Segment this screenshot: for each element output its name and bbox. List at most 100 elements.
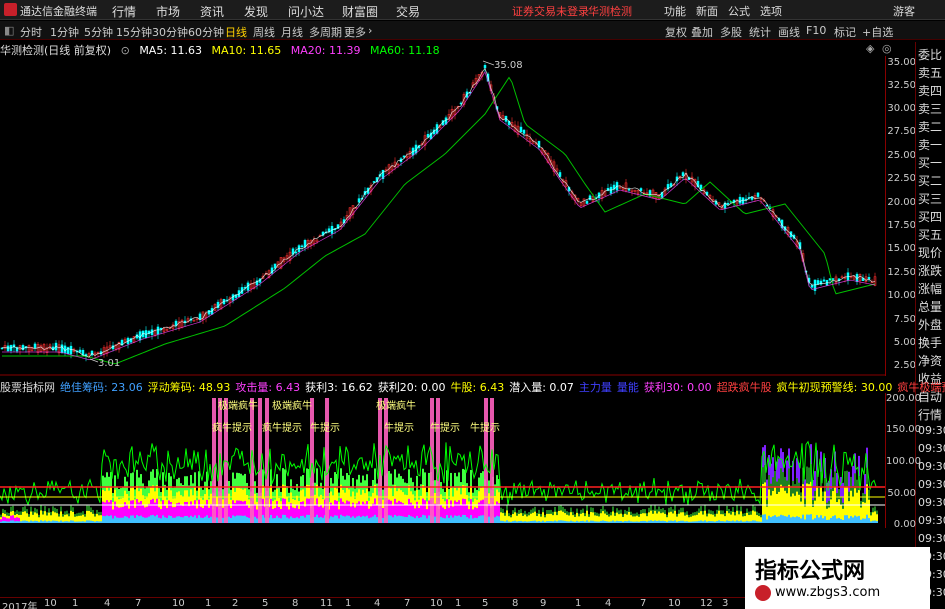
period-5min[interactable]: 5分钟 <box>84 24 113 40</box>
volume-bar-blue <box>608 521 610 523</box>
side-item[interactable]: 净资 <box>918 352 945 369</box>
tool-add-watchlist[interactable]: +自选 <box>862 24 893 40</box>
tool-mark[interactable]: 标记 <box>834 24 856 40</box>
volume-bar-blue <box>96 521 98 523</box>
volume-bar-blue <box>790 517 792 523</box>
volume-bar-blue <box>482 515 484 523</box>
volume-bar-blue <box>626 521 628 523</box>
price-chart[interactable]: 35.08 3.01 <box>0 56 885 376</box>
side-item[interactable]: 外盘 <box>918 316 945 333</box>
period-1min[interactable]: 1分钟 <box>50 24 79 40</box>
volume-bar-blue <box>256 518 258 523</box>
tool-multi-stock[interactable]: 多股 <box>720 24 742 40</box>
candle-body <box>372 181 376 183</box>
date-tick: 10 <box>430 598 443 609</box>
volume-bar-blue <box>474 517 476 523</box>
tool-overlay[interactable]: 叠加 <box>691 24 713 40</box>
side-item[interactable]: 行情 <box>918 406 945 423</box>
volume-bar-blue <box>134 517 136 523</box>
volume-bar-blue <box>662 520 664 523</box>
chart-options-icon[interactable]: ◈ <box>866 42 874 55</box>
volume-bar-blue <box>422 514 424 523</box>
volume-bar-blue <box>816 515 818 523</box>
volume-bar-blue <box>640 521 642 523</box>
side-item[interactable]: 涨跌 <box>918 262 945 279</box>
volume-bar-blue <box>676 521 678 523</box>
tool-stats[interactable]: 统计 <box>749 24 771 40</box>
period-60min[interactable]: 60分钟 <box>188 24 224 40</box>
period-intraday[interactable]: 分时 <box>20 24 42 40</box>
volume-bar-blue <box>32 521 34 523</box>
toggle-icon[interactable]: ◧ <box>4 24 14 37</box>
volume-bar-blue <box>448 517 450 523</box>
period-multi[interactable]: 多周期 <box>309 24 342 40</box>
side-item[interactable]: 卖二 <box>918 118 945 135</box>
side-item[interactable]: 涨幅 <box>918 280 945 297</box>
menu-ask[interactable]: 问小达 <box>288 3 324 20</box>
side-item[interactable]: 现价 <box>918 244 945 261</box>
menu-wealth[interactable]: 财富圈 <box>342 3 378 20</box>
chevron-right-icon[interactable]: › <box>368 24 372 37</box>
period-more[interactable]: 更多 <box>344 24 366 40</box>
volume-bar-blue <box>836 518 838 523</box>
menu-new-page[interactable]: 新面 <box>696 3 718 19</box>
period-monthly[interactable]: 月线 <box>281 24 303 40</box>
volume-bar-blue <box>366 515 368 523</box>
side-item[interactable]: 卖一 <box>918 136 945 153</box>
volume-bar-blue <box>514 520 516 523</box>
menu-news[interactable]: 资讯 <box>200 3 224 20</box>
candle-body <box>867 277 871 280</box>
candle-body <box>822 279 826 282</box>
volume-bar-blue <box>546 521 548 523</box>
volume-bar-blue <box>728 520 730 523</box>
volume-bar-blue <box>618 521 620 523</box>
tool-adjust[interactable]: 复权 <box>665 24 687 40</box>
indicator-chart[interactable]: 极端疯牛 极端疯牛 极端疯牛牛提示 牛提示疯牛提示 牛提示 牛提示疯牛提示 <box>0 393 885 528</box>
date-tick: 4 <box>605 598 612 609</box>
volume-bar-blue <box>664 521 666 523</box>
menu-trade[interactable]: 交易 <box>396 3 420 20</box>
menu-formula[interactable]: 公式 <box>728 3 750 19</box>
volume-bar-blue <box>446 515 448 523</box>
trade-login-notice[interactable]: 证券交易未登录 <box>512 3 589 19</box>
candle-body <box>156 326 160 335</box>
menu-function[interactable]: 功能 <box>664 3 686 19</box>
date-tick: 1 <box>345 598 352 609</box>
side-item[interactable]: 买四 <box>918 208 945 225</box>
volume-bar-blue <box>334 515 336 523</box>
date-tick: 11 <box>320 598 333 609</box>
volume-bar-blue <box>166 518 168 523</box>
menu-options[interactable]: 选项 <box>760 3 782 19</box>
volume-bar-blue <box>316 514 318 523</box>
volume-bar-blue <box>772 516 774 523</box>
side-item[interactable]: 卖五 <box>918 64 945 81</box>
chart-settings-icon[interactable]: ◎ <box>882 42 892 55</box>
menu-quotes[interactable]: 行情 <box>112 3 136 20</box>
side-item[interactable]: 买一 <box>918 154 945 171</box>
menu-market[interactable]: 市场 <box>156 3 180 20</box>
volume-bar-blue <box>352 516 354 523</box>
side-item[interactable]: 换手 <box>918 334 945 351</box>
period-weekly[interactable]: 周线 <box>253 24 275 40</box>
side-item[interactable]: 卖三 <box>918 100 945 117</box>
tool-f10[interactable]: F10 <box>806 24 826 37</box>
volume-bar-blue <box>580 521 582 523</box>
volume-bar-blue <box>148 516 150 523</box>
period-30min[interactable]: 30分钟 <box>152 24 188 40</box>
period-15min[interactable]: 15分钟 <box>116 24 152 40</box>
volume-bar-blue <box>106 515 108 523</box>
menu-discover[interactable]: 发现 <box>244 3 268 20</box>
volume-bar-blue <box>856 516 858 523</box>
side-item[interactable]: 买三 <box>918 190 945 207</box>
side-item[interactable]: 总量 <box>918 298 945 315</box>
volume-bar-blue <box>64 521 66 523</box>
volume-bar-blue <box>392 517 394 523</box>
side-item[interactable]: 买五 <box>918 226 945 243</box>
side-item[interactable]: 卖四 <box>918 82 945 99</box>
tool-draw[interactable]: 画线 <box>778 24 800 40</box>
side-item[interactable]: 委比 <box>918 46 945 63</box>
user-guest[interactable]: 游客 <box>893 3 915 19</box>
indicator-tick: 0.00 <box>893 519 916 530</box>
side-item[interactable]: 买二 <box>918 172 945 189</box>
period-daily[interactable]: 日线 <box>225 24 247 40</box>
